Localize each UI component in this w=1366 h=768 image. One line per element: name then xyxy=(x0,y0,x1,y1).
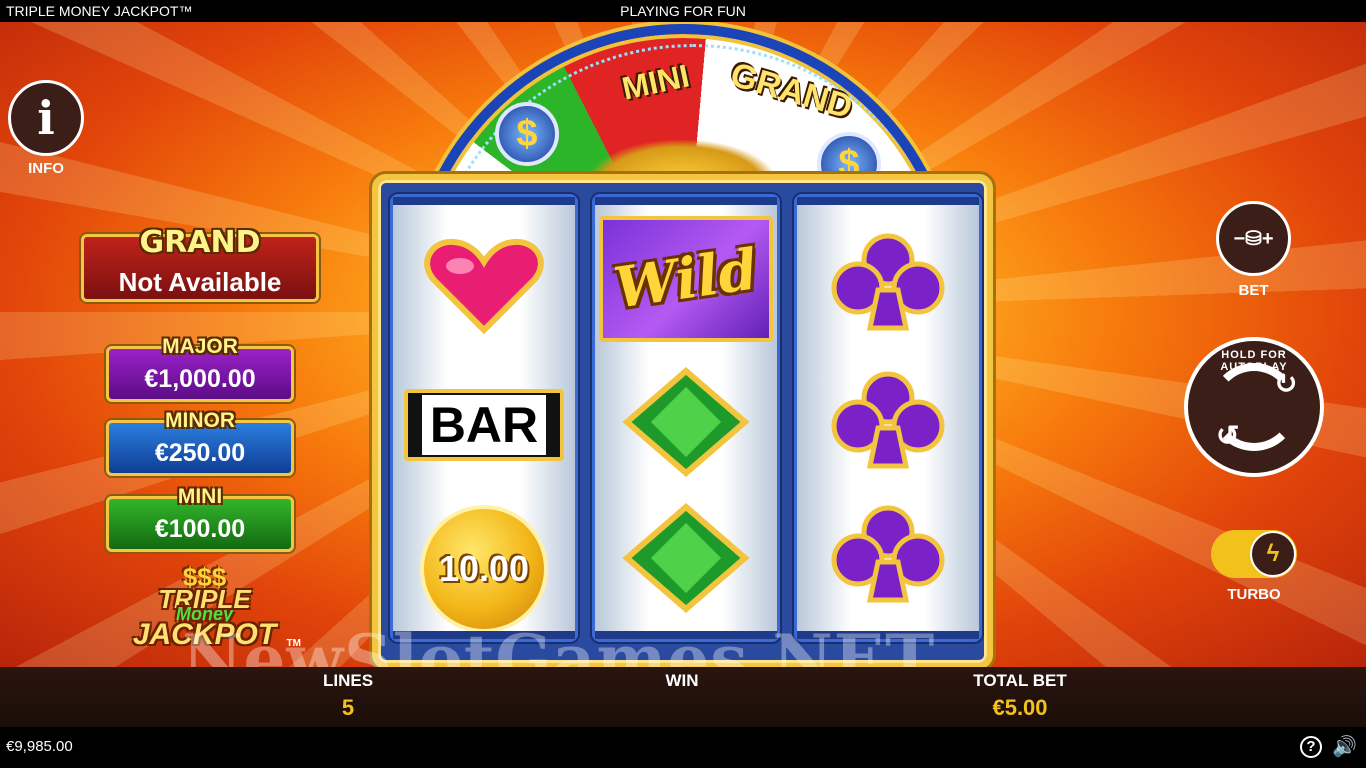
cash-coin-symbol: 10.00 xyxy=(393,499,575,639)
turbo-label: TURBO xyxy=(1227,586,1281,603)
club-icon xyxy=(831,371,945,469)
win-display: WIN xyxy=(632,671,732,695)
jackpot-grand-name: GRAND xyxy=(139,225,261,260)
spin-arrow-icon: ↻ xyxy=(1274,368,1298,399)
reel-1: BAR 10.00 xyxy=(390,194,578,642)
lightning-icon: ϟ xyxy=(1250,531,1296,577)
spin-button[interactable]: HOLD FOR AUTOPLAY ↻ ↺ xyxy=(1184,337,1324,477)
play-mode-label: PLAYING FOR FUN xyxy=(620,3,746,19)
bet-button[interactable]: −⛁+ xyxy=(1216,201,1291,276)
bar-symbol: BAR xyxy=(393,365,575,485)
jackpot-grand-value: Not Available xyxy=(118,267,282,297)
game-stage: i INFO GRAND Not Available MAJOR €1,000.… xyxy=(0,22,1366,667)
club-icon xyxy=(831,505,945,603)
wheel-dollar-coin-icon: $ xyxy=(495,102,559,166)
turbo-toggle[interactable]: ϟ xyxy=(1211,530,1297,578)
diamond-icon xyxy=(622,367,750,477)
club-symbol xyxy=(797,217,979,347)
info-button[interactable]: i xyxy=(8,80,84,156)
bottom-bar: €9,985.00 ? 🔊 xyxy=(0,727,1366,768)
jackpot-minor-name: MINOR xyxy=(165,409,235,432)
wild-symbol: Wild xyxy=(595,209,777,349)
jackpot-major-name: MAJOR xyxy=(162,335,238,358)
club-symbol xyxy=(797,355,979,485)
diamond-icon xyxy=(622,503,750,613)
info-icon: i xyxy=(37,91,55,145)
heart-symbol xyxy=(393,221,575,351)
jackpot-mini-name: MINI xyxy=(177,485,223,508)
heart-icon xyxy=(424,238,544,335)
jackpot-major-value: €1,000.00 xyxy=(144,365,256,393)
jackpot-major: MAJOR €1,000.00 xyxy=(106,335,294,402)
total-bet-value: €5.00 xyxy=(992,695,1048,720)
win-label: WIN xyxy=(665,671,699,690)
spin-arrow-icon: ↺ xyxy=(1216,420,1240,451)
total-bet-display: TOTAL BET €5.00 xyxy=(950,671,1090,721)
total-bet-label: TOTAL BET xyxy=(973,671,1067,690)
sound-icon[interactable]: 🔊 xyxy=(1332,734,1357,759)
diamond-symbol xyxy=(595,357,777,487)
bet-label: BET xyxy=(1238,282,1269,299)
info-bar: LINES 5 WIN TOTAL BET €5.00 xyxy=(0,667,1366,727)
diamond-symbol xyxy=(595,493,777,623)
jackpot-minor-value: €250.00 xyxy=(154,439,246,467)
lines-value: 5 xyxy=(341,695,355,720)
help-icon[interactable]: ? xyxy=(1300,736,1322,758)
jackpot-grand: GRAND Not Available xyxy=(81,225,319,302)
balance: €9,985.00 xyxy=(6,738,73,755)
top-bar: TRIPLE MONEY JACKPOT™ PLAYING FOR FUN xyxy=(0,0,1366,22)
jackpot-mini: MINI €100.00 xyxy=(106,485,294,552)
reel-2: Wild xyxy=(592,194,780,642)
club-icon xyxy=(831,233,945,331)
lines-display: LINES 5 xyxy=(298,671,398,721)
coin-stack-icon: −⛁+ xyxy=(1233,228,1274,250)
info-label: INFO xyxy=(28,160,64,177)
jackpot-minor: MINOR €250.00 xyxy=(106,409,294,476)
jackpot-mini-value: €100.00 xyxy=(154,515,246,543)
reel-3 xyxy=(794,194,982,642)
watermark: NewSlotGames.NET xyxy=(182,620,936,667)
club-symbol xyxy=(797,489,979,619)
lines-label: LINES xyxy=(322,671,374,690)
jackpot-wheel: MINI GRAND $ $ xyxy=(407,22,959,197)
reel-frame: BAR 10.00 Wild xyxy=(372,174,993,667)
